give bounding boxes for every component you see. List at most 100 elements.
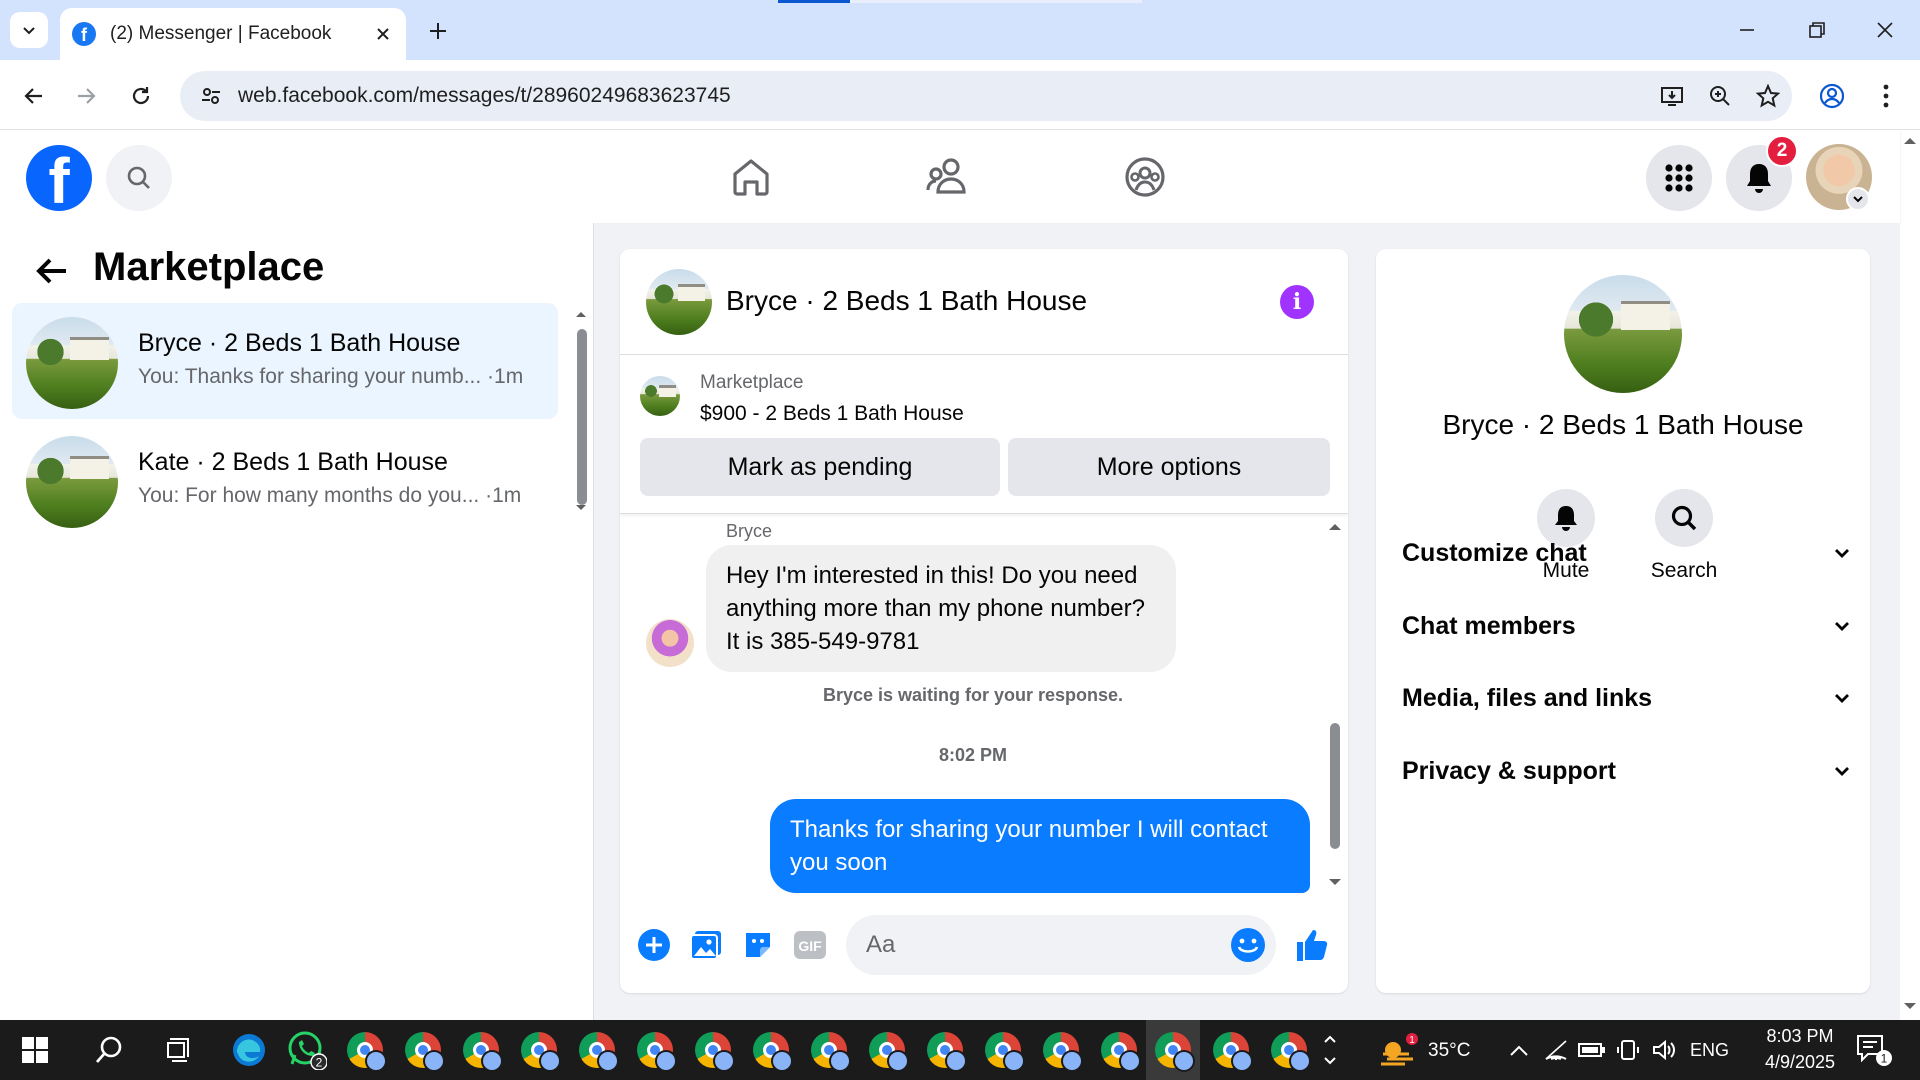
taskbar-chrome-12[interactable] [978,1026,1028,1074]
taskbar-chrome-16[interactable] [1206,1026,1256,1074]
chat-title[interactable]: Bryce · 2 Beds 1 Bath House [726,285,1087,317]
message-input[interactable]: Aa [846,915,1276,975]
clock-date[interactable]: 4/9/2025 [1752,1052,1848,1073]
taskbar-search-button[interactable] [84,1026,134,1074]
address-bar[interactable]: web.facebook.com/messages/t/289602496836… [180,71,1792,121]
nav-groups[interactable] [1113,147,1177,207]
zoom-button[interactable] [1696,72,1744,120]
notification-center-button[interactable]: 1 [1846,1026,1902,1074]
tab-title: (2) Messenger | Facebook [110,23,332,44]
triangle-up-icon [1904,138,1916,144]
network-button[interactable] [1538,1026,1574,1074]
forward-button[interactable] [66,76,106,116]
chrome-icon [521,1032,561,1072]
listing-thumbnail[interactable] [640,376,680,416]
clock-time[interactable]: 8:03 PM [1752,1026,1848,1047]
section-privacy-support[interactable]: Privacy & support [1402,741,1852,801]
sticker-button[interactable] [738,925,778,965]
more-actions-button[interactable] [634,925,674,965]
emoji-icon[interactable] [1230,927,1266,963]
install-app-button[interactable] [1648,72,1696,120]
chat-avatar[interactable] [646,269,712,335]
weather-temperature[interactable]: 35°C [1428,1040,1470,1062]
taskbar-chrome-8[interactable] [746,1026,796,1074]
conversation-info-button[interactable]: i [1280,285,1314,319]
sender-avatar[interactable] [646,619,694,667]
url-text[interactable]: web.facebook.com/messages/t/289602496836… [238,84,1648,108]
message-thread-scroll-thumb[interactable] [1330,723,1340,849]
taskbar-chrome-11[interactable] [920,1026,970,1074]
page-scroll-up[interactable] [1900,131,1920,151]
page-scroll-down[interactable] [1900,996,1920,1016]
listing-price-title[interactable]: $900 - 2 Beds 1 Bath House [700,402,964,426]
wifi-icon [1545,1040,1567,1060]
section-chat-members[interactable]: Chat members [1402,596,1852,656]
incoming-message[interactable]: Hey I'm interested in this! Do you need … [706,545,1176,672]
browser-menu-button[interactable] [1866,76,1906,116]
minimize-button[interactable] [1712,0,1782,60]
facebook-logo-icon[interactable]: f [26,145,92,211]
outgoing-message[interactable]: Thanks for sharing your number I will co… [770,799,1310,893]
taskbar-chrome-14[interactable] [1094,1026,1144,1074]
task-view-button[interactable] [154,1026,204,1074]
taskbar-chrome-9[interactable] [804,1026,854,1074]
like-button[interactable] [1292,925,1332,965]
back-to-chats-button[interactable] [30,249,74,293]
close-window-button[interactable] [1850,0,1920,60]
conversation-preview: You: For how many months do you... ·1m [138,484,522,507]
menu-button[interactable] [1646,145,1712,211]
volume-button[interactable] [1646,1026,1682,1074]
message-timestamp: 8:02 PM [938,745,1008,765]
start-button[interactable] [10,1026,60,1074]
device-button[interactable] [1610,1026,1646,1074]
chevron-down-icon [1835,767,1849,776]
facebook-search-button[interactable] [106,145,172,211]
profile-button[interactable] [1812,76,1852,116]
bookmark-button[interactable] [1744,72,1792,120]
details-avatar[interactable] [1564,275,1682,393]
section-customize-chat[interactable]: Customize chat [1402,523,1852,583]
taskbar-chrome-10[interactable] [862,1026,912,1074]
taskbar-whatsapp[interactable]: 2 [282,1026,332,1074]
gif-button[interactable]: GIF [790,925,830,965]
restore-button[interactable] [1782,0,1852,60]
taskbar-chrome-7[interactable] [688,1026,738,1074]
browser-tab[interactable]: f (2) Messenger | Facebook [60,8,406,60]
battery-button[interactable] [1574,1026,1610,1074]
tab-search-button[interactable] [10,12,48,48]
taskbar-chrome-17[interactable] [1264,1026,1314,1074]
close-icon [1877,22,1893,38]
section-media-files-links[interactable]: Media, files and links [1402,668,1852,728]
tab-close-button[interactable] [368,19,398,49]
conversation-item-kate[interactable]: Kate · 2 Beds 1 Bath House You: For how … [12,422,558,538]
site-info-button[interactable] [186,71,236,121]
nav-friends[interactable] [915,147,979,207]
taskbar-chrome-3[interactable] [456,1026,506,1074]
nav-home[interactable] [719,147,783,207]
taskbar-chrome-15[interactable] [1148,1026,1198,1074]
chrome-icon [985,1032,1025,1072]
new-tab-button[interactable] [420,14,456,48]
taskbar-overflow-button[interactable] [1310,1026,1350,1074]
taskbar-chrome-1[interactable] [340,1026,390,1074]
taskbar-chrome-5[interactable] [572,1026,622,1074]
device-icon [1617,1040,1639,1060]
taskbar-chrome-4[interactable] [514,1026,564,1074]
taskbar-chrome-2[interactable] [398,1026,448,1074]
weather-widget[interactable]: 1 [1374,1026,1424,1074]
taskbar-chrome-6[interactable] [630,1026,680,1074]
conversation-item-bryce[interactable]: Bryce · 2 Beds 1 Bath House You: Thanks … [12,303,558,419]
more-options-button[interactable]: More options [1008,438,1330,496]
taskbar-chrome-13[interactable] [1036,1026,1086,1074]
conversation-list-scroll-thumb[interactable] [577,329,587,505]
taskbar-edge[interactable] [224,1026,274,1074]
marketplace-label: Marketplace [700,372,804,393]
attach-photo-button[interactable] [686,925,726,965]
back-button[interactable] [14,76,54,116]
message-thread: Bryce Hey I'm interested in this! Do you… [620,515,1348,895]
input-language[interactable]: ENG [1690,1040,1729,1061]
show-hidden-icons-button[interactable] [1494,1026,1544,1074]
account-menu-caret[interactable] [1846,187,1870,211]
mark-as-pending-button[interactable]: Mark as pending [640,438,1000,496]
reload-button[interactable] [121,76,161,116]
